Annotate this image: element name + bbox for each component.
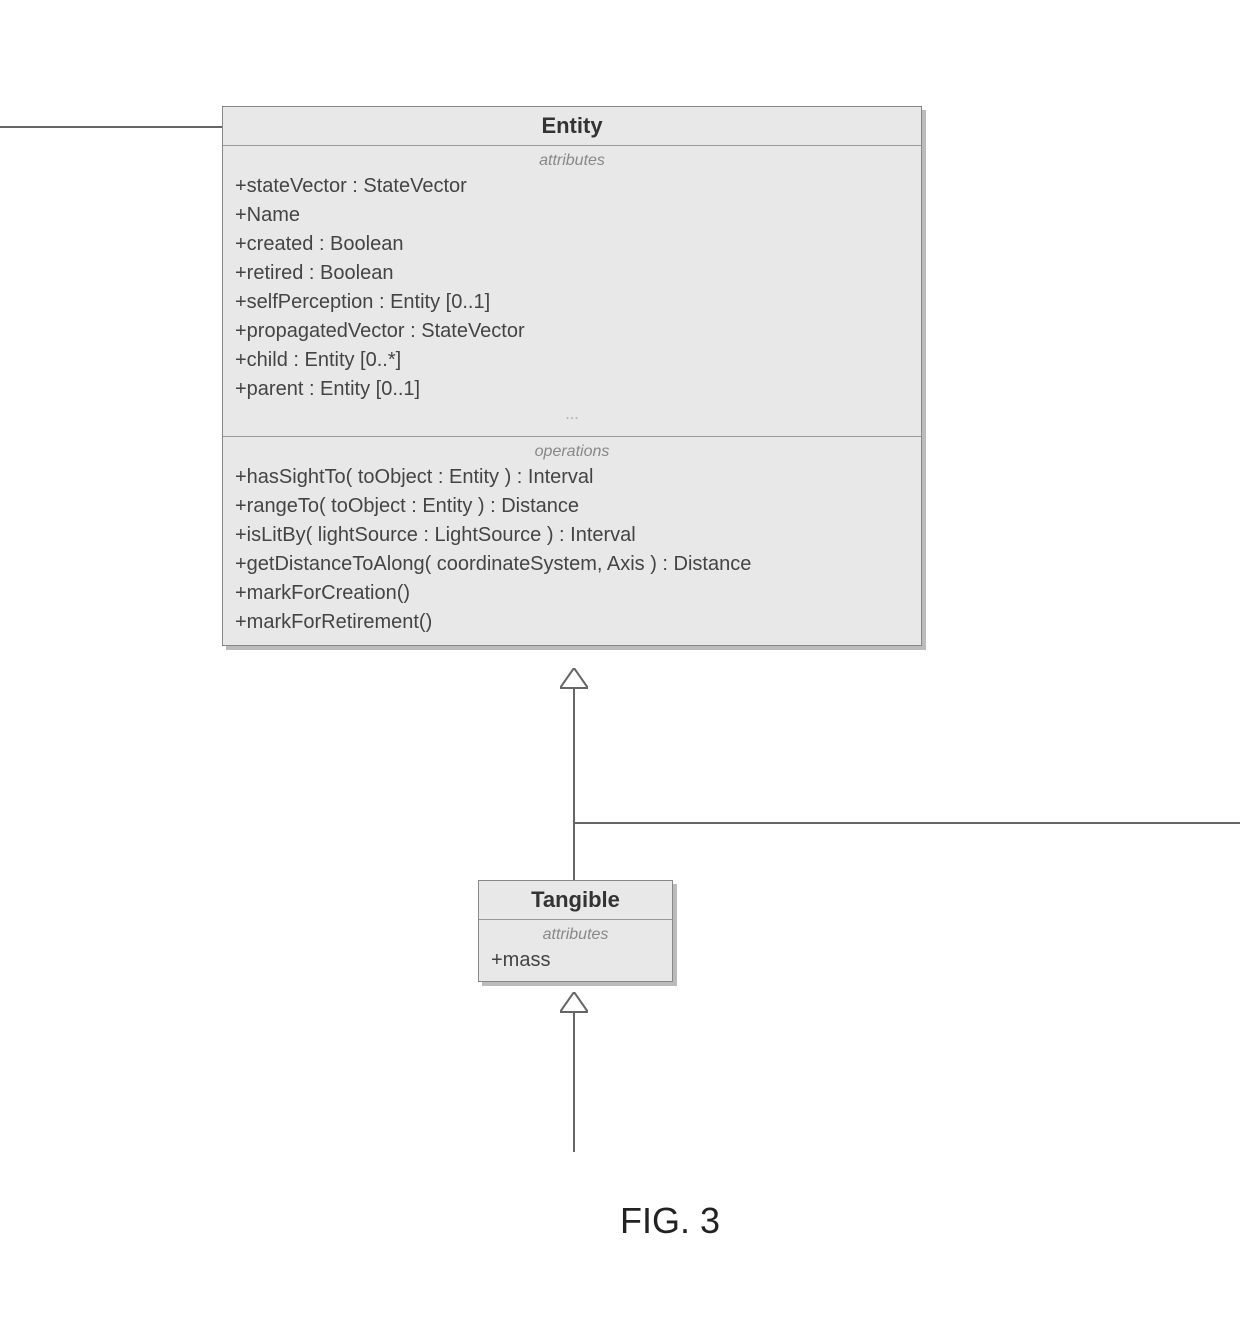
entity-operation: +hasSightTo( toObject : Entity ) : Inter… (235, 463, 909, 492)
entity-operation: +markForRetirement() (235, 608, 909, 637)
tangible-title: Tangible (479, 881, 672, 920)
entity-title: Entity (223, 107, 921, 146)
entity-attribute: +created : Boolean (235, 230, 909, 259)
tangible-attribute: +mass (491, 946, 660, 975)
entity-operation: +markForCreation() (235, 579, 909, 608)
tangible-attributes-section: attributes +mass (479, 920, 672, 981)
entity-attribute: +Name (235, 201, 909, 230)
entity-attribute: +child : Entity [0..*] (235, 346, 909, 375)
entity-attribute: +stateVector : StateVector (235, 172, 909, 201)
entity-attribute: +parent : Entity [0..1] (235, 375, 909, 404)
diagram-canvas: Entity attributes +stateVector : StateVe… (0, 0, 1240, 1326)
entity-operation: +rangeTo( toObject : Entity ) : Distance (235, 492, 909, 521)
uml-class-entity: Entity attributes +stateVector : StateVe… (222, 106, 922, 646)
connector-line (573, 822, 1240, 824)
entity-attribute: +retired : Boolean (235, 259, 909, 288)
entity-operation: +isLitBy( lightSource : LightSource ) : … (235, 521, 909, 550)
entity-attributes-section: attributes +stateVector : StateVector +N… (223, 146, 921, 437)
entity-operation: +getDistanceToAlong( coordinateSystem, A… (235, 550, 909, 579)
uml-class-tangible: Tangible attributes +mass (478, 880, 673, 982)
attributes-label: attributes (235, 150, 909, 172)
connector-line (573, 688, 575, 880)
attributes-label: attributes (491, 924, 660, 946)
ellipsis-icon: ... (235, 404, 909, 428)
generalization-arrowhead-icon (560, 668, 588, 690)
connector-line (0, 126, 222, 128)
entity-operations-section: operations +hasSightTo( toObject : Entit… (223, 437, 921, 645)
entity-attribute: +selfPerception : Entity [0..1] (235, 288, 909, 317)
figure-label: FIG. 3 (620, 1200, 720, 1242)
entity-attribute: +propagatedVector : StateVector (235, 317, 909, 346)
operations-label: operations (235, 441, 909, 463)
connector-line (573, 1012, 575, 1152)
generalization-arrowhead-icon (560, 992, 588, 1014)
